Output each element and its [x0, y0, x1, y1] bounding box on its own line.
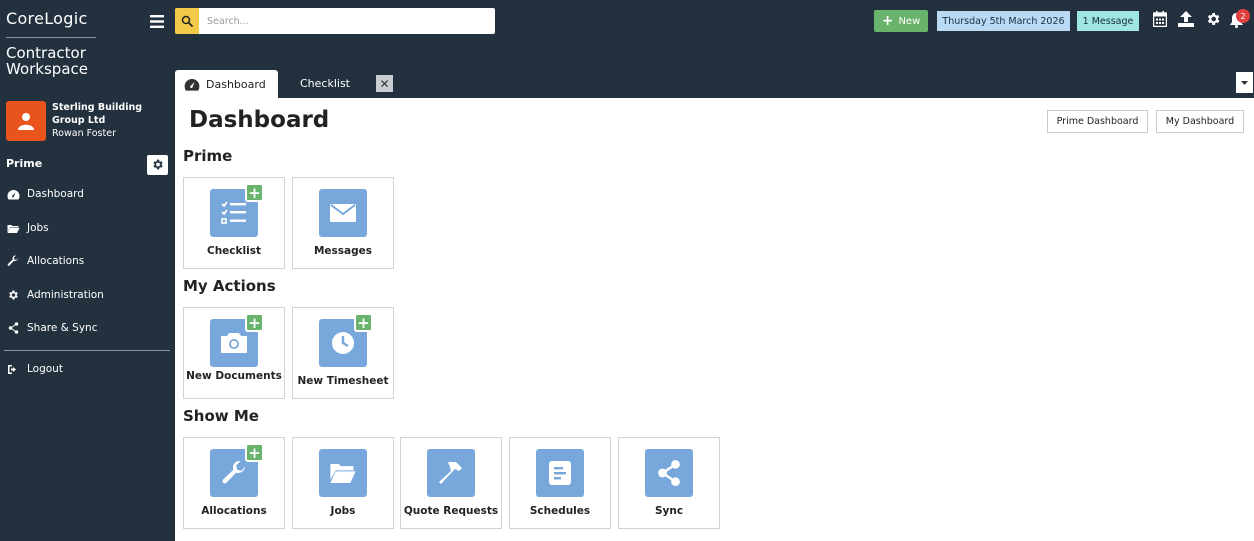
close-tab-button[interactable]: ✕ [376, 75, 393, 92]
logout-label: Logout [27, 363, 63, 375]
prime-dashboard-button[interactable]: Prime Dashboard [1047, 110, 1148, 133]
group-title-show-me: Show Me [183, 407, 259, 425]
user-icon [18, 113, 34, 130]
settings-icon[interactable] [1205, 11, 1221, 31]
share-icon [6, 322, 20, 334]
tile-label: New Documents [186, 370, 282, 382]
tile-label: Quote Requests [403, 505, 499, 517]
tile-messages[interactable]: Messages [292, 177, 394, 269]
tab-label: Dashboard [206, 77, 266, 91]
folder-open-icon [319, 449, 367, 497]
wrench-icon [6, 255, 20, 267]
hammer-icon [427, 449, 475, 497]
add-checklist-icon[interactable]: + [245, 183, 264, 202]
logo-divider [6, 37, 96, 38]
brand-logo: CoreLogic [6, 9, 88, 28]
sidebar-section-title: Prime [6, 157, 43, 170]
date-badge: Thursday 5th March 2026 [937, 11, 1070, 31]
calendar-icon[interactable] [1152, 11, 1168, 31]
new-button-label: New [898, 15, 921, 27]
menu-icon[interactable] [150, 13, 164, 32]
search-bar [175, 8, 495, 34]
sidebar-item-share-sync[interactable]: Share & Sync [6, 318, 97, 338]
tile-new-timesheet[interactable]: + New Timesheet [292, 307, 394, 399]
tab-dashboard[interactable]: Dashboard [175, 70, 278, 98]
dashboard-icon [6, 188, 20, 200]
company-name: Sterling Building Group Ltd [52, 102, 143, 126]
tile-new-documents[interactable]: + New Documents [183, 307, 285, 399]
main-content: Dashboard Prime Dashboard My Dashboard P… [175, 98, 1254, 541]
tile-schedules[interactable]: Schedules [509, 437, 611, 529]
group-title-prime: Prime [183, 147, 233, 165]
tile-label: Checklist [207, 245, 261, 257]
sidebar-item-label: Share & Sync [27, 322, 98, 334]
tile-label: Messages [313, 245, 373, 257]
sidebar-item-administration[interactable]: Administration [6, 285, 104, 305]
tile-allocations[interactable]: + Allocations [183, 437, 285, 529]
tab-checklist[interactable]: Checklist [300, 77, 350, 90]
page-title: Dashboard [189, 107, 330, 133]
tile-checklist[interactable]: + Checklist [183, 177, 285, 269]
sidebar-item-label: Dashboard [27, 188, 84, 200]
product-name-line2: Workspace [6, 60, 88, 78]
tile-label: New Timesheet [297, 375, 389, 387]
avatar[interactable] [6, 101, 46, 141]
product-name-line1: Contractor [6, 44, 86, 62]
section-settings-button[interactable] [147, 155, 168, 175]
tile-label: Allocations [201, 505, 267, 517]
sidebar-item-label: Administration [27, 289, 104, 301]
search-button[interactable] [175, 8, 199, 34]
dashboard-icon [184, 78, 200, 91]
close-icon: ✕ [379, 76, 390, 91]
tile-label: Sync [654, 505, 684, 517]
tabs-dropdown-button[interactable] [1236, 72, 1253, 93]
group-title-my-actions: My Actions [183, 277, 276, 295]
notification-count-badge: 2 [1236, 9, 1250, 23]
add-timesheet-icon[interactable]: + [354, 313, 373, 332]
sidebar-divider [4, 350, 170, 351]
share-icon [645, 449, 693, 497]
search-icon [181, 15, 193, 27]
product-name: Contractor Workspace [6, 45, 88, 77]
schedule-icon [536, 449, 584, 497]
sidebar-item-label: Allocations [27, 255, 85, 267]
sidebar: CoreLogic Contractor Workspace Sterling … [0, 0, 175, 541]
tile-label: Jobs [330, 505, 356, 517]
gear-icon [153, 159, 163, 170]
messages-badge[interactable]: 1 Message [1077, 11, 1139, 31]
new-button[interactable]: + New [874, 10, 928, 32]
sidebar-item-label: Jobs [27, 222, 49, 234]
tile-jobs[interactable]: Jobs [292, 437, 394, 529]
envelope-icon [319, 189, 367, 237]
upload-icon[interactable] [1178, 11, 1194, 31]
sidebar-item-dashboard[interactable]: Dashboard [6, 184, 84, 204]
chevron-down-icon [1241, 80, 1248, 85]
logout-link[interactable]: Logout [6, 359, 63, 379]
sidebar-item-jobs[interactable]: Jobs [6, 218, 49, 238]
logout-icon [6, 363, 20, 375]
gear-icon [6, 289, 20, 301]
my-dashboard-button[interactable]: My Dashboard [1156, 110, 1244, 133]
tile-quote-requests[interactable]: Quote Requests [400, 437, 502, 529]
search-input[interactable] [207, 13, 487, 29]
tile-label: Schedules [529, 505, 591, 517]
sidebar-item-allocations[interactable]: Allocations [6, 251, 84, 271]
add-document-icon[interactable]: + [245, 313, 264, 332]
plus-icon: + [881, 13, 894, 29]
add-allocation-icon[interactable]: + [245, 443, 264, 462]
folder-icon [6, 222, 20, 234]
user-name: Rowan Foster [52, 128, 116, 139]
tile-sync[interactable]: Sync [618, 437, 720, 529]
